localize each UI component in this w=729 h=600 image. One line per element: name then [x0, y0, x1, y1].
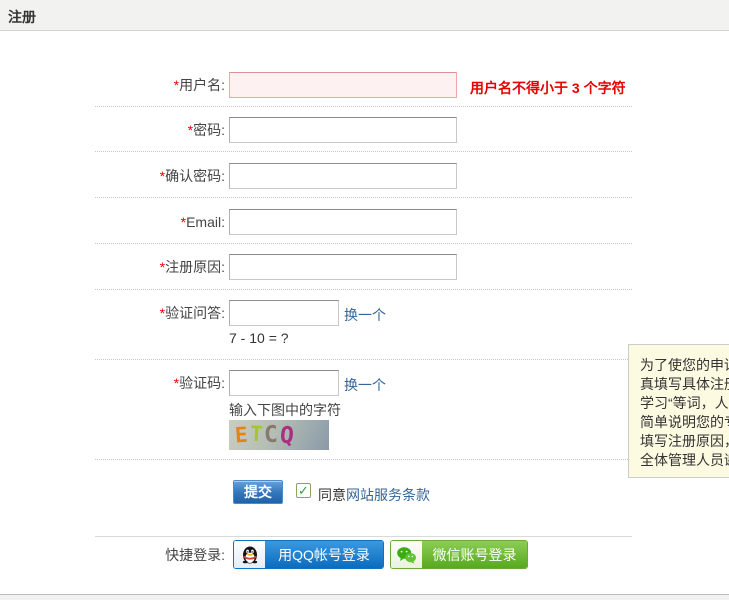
captcha-image: E T C Q: [229, 420, 329, 450]
page-header: [0, 0, 729, 31]
security-question-text: 7 - 10 = ?: [229, 330, 289, 346]
captcha-label: *验证码:: [95, 370, 225, 396]
security-answer-input[interactable]: [229, 300, 339, 326]
password-label: *密码:: [95, 117, 225, 143]
change-captcha-link[interactable]: 换一个: [344, 375, 386, 395]
tooltip-line: 真填写具体注册原: [640, 375, 729, 394]
agree-terms-checkbox[interactable]: ✓: [296, 483, 311, 498]
username-error-message: 用户名不得小于 3 个字符: [470, 78, 626, 98]
row-separator: [95, 151, 632, 152]
wechat-icon: [391, 541, 422, 568]
section-separator: [95, 536, 632, 537]
email-label: *Email:: [95, 209, 225, 235]
submit-button[interactable]: 提交: [233, 480, 283, 504]
qq-login-label: 用QQ帐号登录: [265, 541, 383, 568]
row-separator: [95, 359, 632, 360]
confirm-password-input[interactable]: [229, 163, 457, 189]
captcha-letter: E: [234, 423, 250, 448]
captcha-hint: 输入下图中的字符: [229, 400, 341, 420]
wechat-login-button[interactable]: 微信账号登录: [390, 540, 528, 569]
captcha-input[interactable]: [229, 370, 339, 396]
agree-terms-text: 同意网站服务条款: [318, 485, 430, 505]
quick-login-label: 快捷登录:: [95, 541, 225, 570]
tooltip-line: 学习“等词，人工: [640, 394, 729, 413]
change-question-link[interactable]: 换一个: [344, 305, 386, 325]
qq-login-button[interactable]: 用QQ帐号登录: [233, 540, 384, 569]
footer-area: [0, 595, 729, 600]
register-reason-tooltip: 为了使您的申请上 真填写具体注册原 学习“等词，人工 简单说明您的专业 填写注册…: [628, 344, 729, 478]
terms-of-service-link[interactable]: 网站服务条款: [346, 487, 430, 503]
register-reason-label: *注册原因:: [95, 254, 225, 280]
email-input[interactable]: [229, 209, 457, 235]
security-question-label: *验证问答:: [95, 300, 225, 326]
wechat-login-label: 微信账号登录: [422, 541, 527, 568]
tooltip-line: 填写注册原因，您: [640, 432, 729, 451]
tooltip-line: 为了使您的申请上: [640, 356, 729, 375]
register-reason-input[interactable]: [229, 254, 457, 280]
confirm-password-label: *确认密码:: [95, 163, 225, 189]
checkmark-icon: ✓: [298, 484, 309, 497]
row-separator: [95, 106, 632, 107]
qq-icon: [234, 541, 265, 568]
password-input[interactable]: [229, 117, 457, 143]
tooltip-line: 全体管理人员谢谢: [640, 451, 729, 470]
captcha-letter: Q: [279, 422, 297, 449]
row-separator: [95, 289, 632, 290]
row-separator: [95, 197, 632, 198]
username-input[interactable]: [229, 72, 457, 98]
row-separator: [95, 459, 632, 460]
page-title: 注册: [8, 7, 36, 27]
username-label: *用户名:: [95, 72, 225, 98]
row-separator: [95, 243, 632, 244]
captcha-letter: T: [249, 422, 265, 447]
tooltip-line: 简单说明您的专业: [640, 413, 729, 432]
